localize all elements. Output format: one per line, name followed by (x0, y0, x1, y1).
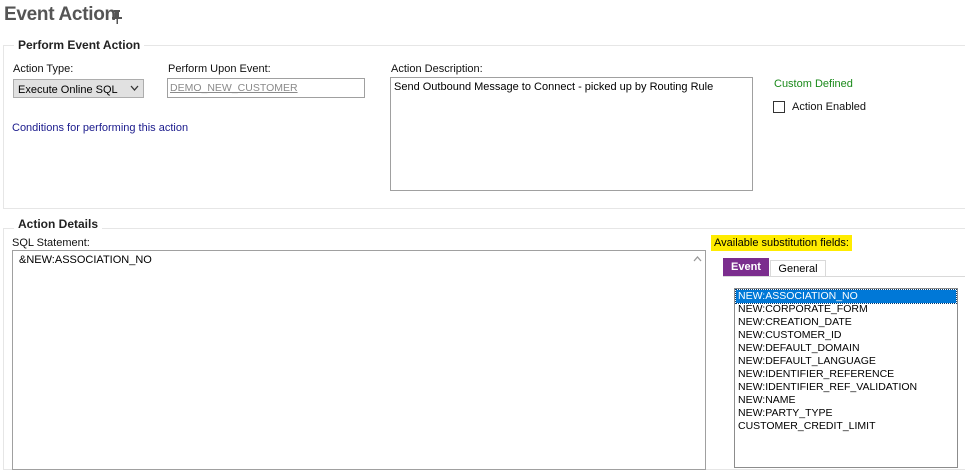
action-enabled-checkbox[interactable] (773, 101, 785, 113)
list-item[interactable]: NEW:IDENTIFIER_REFERENCE (736, 368, 956, 381)
list-item[interactable]: NEW:NAME (736, 394, 956, 407)
substitution-fields-list[interactable]: NEW:ASSOCIATION_NO NEW:CORPORATE_FORM NEW:… (734, 288, 958, 468)
sql-statement-label: SQL Statement: (12, 237, 90, 249)
list-item[interactable]: NEW:DEFAULT_LANGUAGE (736, 355, 956, 368)
list-item[interactable]: NEW:CUSTOMER_ID (736, 329, 956, 342)
perform-upon-event-field[interactable]: DEMO_NEW_CUSTOMER (167, 78, 365, 98)
sql-statement-editor[interactable]: &NEW:ASSOCIATION_NO (12, 250, 706, 470)
perform-event-action-title: Perform Event Action (14, 38, 145, 52)
tab-strip-divider (723, 276, 965, 277)
scroll-up-arrow-icon[interactable] (691, 253, 704, 265)
list-item[interactable]: NEW:DEFAULT_DOMAIN (736, 342, 956, 355)
substitution-fields-label: Available substitution fields: (711, 235, 852, 251)
list-item[interactable]: CUSTOMER_CREDIT_LIMIT (736, 420, 956, 433)
list-item[interactable]: NEW:ASSOCIATION_NO (735, 289, 957, 304)
chevron-down-icon (130, 85, 139, 91)
list-item[interactable]: NEW:IDENTIFIER_REF_VALIDATION (736, 381, 956, 394)
list-item[interactable]: NEW:PARTY_TYPE (736, 407, 956, 420)
action-type-label: Action Type: (13, 63, 74, 75)
sql-statement-value: &NEW:ASSOCIATION_NO (19, 254, 152, 266)
conditions-link[interactable]: Conditions for performing this action (12, 122, 188, 134)
action-details-title: Action Details (14, 217, 103, 231)
action-description-label: Action Description: (391, 63, 483, 75)
perform-upon-event-label: Perform Upon Event: (168, 63, 271, 75)
list-item[interactable]: NEW:CREATION_DATE (736, 316, 956, 329)
tab-event[interactable]: Event (723, 258, 769, 276)
action-type-value: Execute Online SQL (18, 84, 118, 96)
list-item[interactable]: NEW:CORPORATE_FORM (736, 303, 956, 316)
custom-defined-label: Custom Defined (774, 78, 853, 90)
action-description-value: Send Outbound Message to Connect - picke… (394, 81, 714, 93)
perform-upon-event-value: DEMO_NEW_CUSTOMER (170, 82, 298, 94)
tab-general[interactable]: General (770, 260, 826, 277)
pin-icon[interactable] (110, 9, 124, 25)
action-enabled-label[interactable]: Action Enabled (792, 101, 866, 113)
action-type-select[interactable]: Execute Online SQL (13, 79, 144, 98)
page-title: Event Action (4, 4, 116, 25)
action-description-field[interactable]: Send Outbound Message to Connect - picke… (390, 77, 753, 191)
